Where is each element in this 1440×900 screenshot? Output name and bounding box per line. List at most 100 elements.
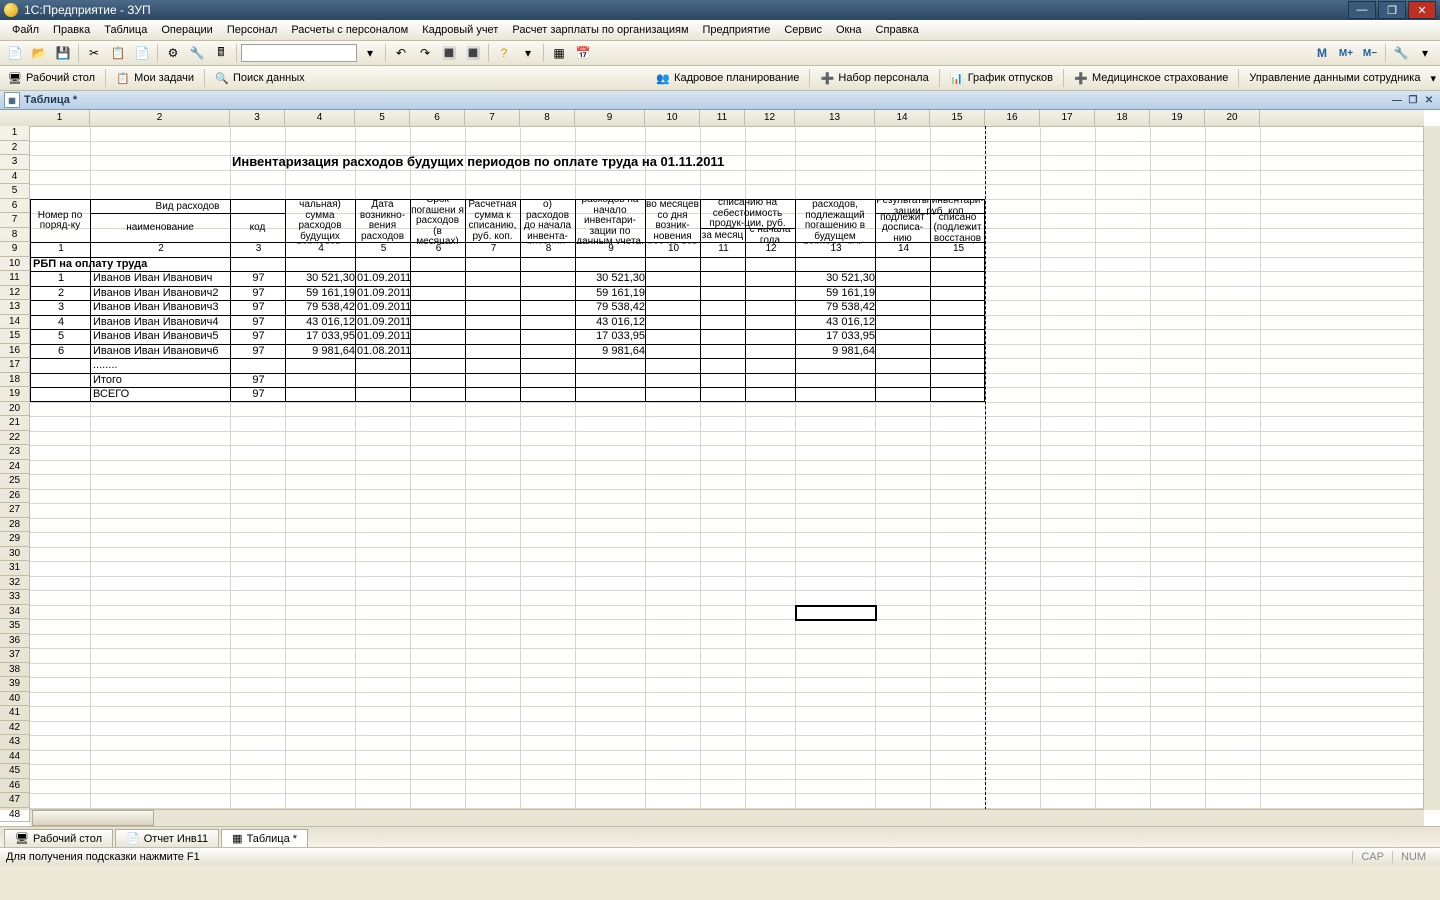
grid-area[interactable]: Инвентаризация расходов будущих периодов… — [30, 126, 1424, 810]
menu-service[interactable]: Сервис — [778, 22, 828, 38]
menu-pay-org[interactable]: Расчет зарплаты по организациям — [506, 22, 694, 38]
cell[interactable]: 59 161,19 — [795, 286, 877, 301]
minimize-button[interactable]: — — [1348, 1, 1376, 19]
menu-enterprise[interactable]: Предприятие — [697, 22, 777, 38]
undo-icon[interactable]: ↶ — [390, 42, 412, 64]
m-minus-icon[interactable]: M− — [1359, 42, 1381, 64]
menu-windows[interactable]: Окна — [830, 22, 868, 38]
cell[interactable]: 17 033,95 — [285, 329, 357, 344]
cell[interactable]: 9 981,64 — [575, 344, 647, 359]
desktop-link[interactable]: 🖥Рабочий стол — [4, 69, 99, 87]
cell[interactable]: 9 — [575, 242, 647, 257]
cell[interactable]: 5 — [30, 329, 92, 344]
copy-icon[interactable]: 📋 — [107, 42, 129, 64]
cell[interactable]: 4 — [30, 315, 92, 330]
doc-close-button[interactable]: ✕ — [1422, 93, 1436, 107]
m-icon[interactable]: M — [1311, 42, 1333, 64]
cell[interactable]: Иванов Иван Иванович3 — [90, 300, 233, 315]
bottom-tab-report[interactable]: 📄Отчет Инв11 — [115, 829, 219, 847]
row-headers[interactable]: 1234567891011121314151617181920212223242… — [0, 126, 30, 810]
cell[interactable]: 7 — [465, 242, 522, 257]
open-icon[interactable]: 📂 — [28, 42, 50, 64]
new-doc-icon[interactable]: 📄 — [4, 42, 26, 64]
cell[interactable]: 3 — [30, 300, 92, 315]
cell[interactable]: 01.09.2011 — [355, 271, 412, 286]
bottom-tab-table[interactable]: ▦Таблица * — [221, 829, 308, 847]
cell[interactable]: 9 981,64 — [285, 344, 357, 359]
menu-personnel[interactable]: Персонал — [221, 22, 284, 38]
cell[interactable]: 10 — [645, 242, 702, 257]
tool-icon[interactable]: 🔧 — [1390, 42, 1412, 64]
cell[interactable]: 13 — [795, 242, 877, 257]
cell[interactable]: 79 538,42 — [285, 300, 357, 315]
cell[interactable]: 11 — [700, 242, 747, 257]
cell[interactable]: 4 — [285, 242, 357, 257]
cell[interactable]: 97 — [230, 271, 287, 286]
cell[interactable]: РБП на оплату труда — [30, 257, 988, 272]
cell[interactable]: 43 016,12 — [285, 315, 357, 330]
employee-data-link[interactable]: Управление данными сотрудника — [1245, 70, 1424, 86]
settings-icon[interactable]: ⚙ — [162, 42, 184, 64]
cell[interactable]: 97 — [230, 329, 287, 344]
dropdown3-icon[interactable]: ▾ — [1414, 42, 1436, 64]
spreadsheet[interactable]: 1234567891011121314151617181920 12345678… — [0, 110, 1440, 826]
cell[interactable]: Иванов Иван Иванович2 — [90, 286, 233, 301]
menu-payroll-calc[interactable]: Расчеты с персоналом — [285, 22, 414, 38]
cell[interactable]: 17 033,95 — [795, 329, 877, 344]
cell[interactable]: 79 538,42 — [575, 300, 647, 315]
doc-restore-button[interactable]: ❐ — [1406, 93, 1420, 107]
cell[interactable]: 97 — [230, 344, 287, 359]
cell[interactable]: 59 161,19 — [285, 286, 357, 301]
menu-ops[interactable]: Операции — [155, 22, 218, 38]
menu-edit[interactable]: Правка — [47, 22, 96, 38]
cell[interactable]: 6 — [410, 242, 467, 257]
column-headers[interactable]: 1234567891011121314151617181920 — [30, 110, 1424, 127]
horizontal-scrollbar[interactable] — [30, 809, 1424, 826]
redo-icon[interactable]: ↷ — [414, 42, 436, 64]
cell[interactable]: 43 016,12 — [795, 315, 877, 330]
cell[interactable]: 2 — [30, 286, 92, 301]
cell[interactable]: 1 — [30, 271, 92, 286]
paste-icon[interactable]: 📄 — [131, 42, 153, 64]
cell[interactable]: Иванов Иван Иванович — [90, 271, 233, 286]
maximize-button[interactable]: ❐ — [1378, 1, 1406, 19]
hr-planning-link[interactable]: 👥Кадровое планирование — [652, 69, 803, 87]
cell[interactable]: 01.09.2011 — [355, 286, 412, 301]
cell[interactable]: 9 981,64 — [795, 344, 877, 359]
dropdown-more-icon[interactable]: ▾ — [1430, 72, 1436, 85]
cell[interactable]: 97 — [230, 373, 287, 388]
cell[interactable]: 8 — [520, 242, 577, 257]
cell[interactable]: 97 — [230, 286, 287, 301]
cell[interactable]: 97 — [230, 300, 287, 315]
grid-icon[interactable]: ▦ — [548, 42, 570, 64]
bottom-tab-desktop[interactable]: 🖥Рабочий стол — [4, 829, 113, 847]
menu-file[interactable]: Файл — [6, 22, 45, 38]
cell[interactable]: Иванов Иван Иванович6 — [90, 344, 233, 359]
close-button[interactable]: ✕ — [1408, 1, 1436, 19]
cell[interactable]: 5 — [355, 242, 412, 257]
help-icon[interactable]: ? — [493, 42, 515, 64]
cell[interactable]: 12 — [745, 242, 797, 257]
wizard-icon[interactable]: 🔧 — [186, 42, 208, 64]
cell[interactable]: 01.09.2011 — [355, 329, 412, 344]
m-plus-icon[interactable]: M+ — [1335, 42, 1357, 64]
cell[interactable]: ВСЕГО — [90, 387, 233, 402]
cell[interactable]: 97 — [230, 315, 287, 330]
cell[interactable]: Инвентаризация расходов будущих периодов… — [230, 155, 877, 170]
cell[interactable]: 30 521,30 — [795, 271, 877, 286]
doc-minimize-button[interactable]: — — [1390, 93, 1404, 107]
menu-hr[interactable]: Кадровый учет — [416, 22, 504, 38]
cell[interactable]: Иванов Иван Иванович4 — [90, 315, 233, 330]
dropdown-icon[interactable]: ▾ — [359, 42, 381, 64]
tasks-link[interactable]: 📋Мои задачи — [112, 69, 198, 87]
recruit-link[interactable]: ➕Набор персонала — [816, 69, 932, 87]
save-icon[interactable]: 💾 — [52, 42, 74, 64]
insurance-link[interactable]: ➕Медицинское страхование — [1070, 69, 1232, 87]
cell[interactable]: 6 — [30, 344, 92, 359]
cell[interactable]: Иванов Иван Иванович5 — [90, 329, 233, 344]
search-link[interactable]: 🔍Поиск данных — [211, 69, 309, 87]
corner-cell[interactable] — [0, 110, 31, 127]
menu-table[interactable]: Таблица — [98, 22, 153, 38]
vacation-link[interactable]: 📊График отпусков — [946, 69, 1057, 87]
cell[interactable]: 17 033,95 — [575, 329, 647, 344]
